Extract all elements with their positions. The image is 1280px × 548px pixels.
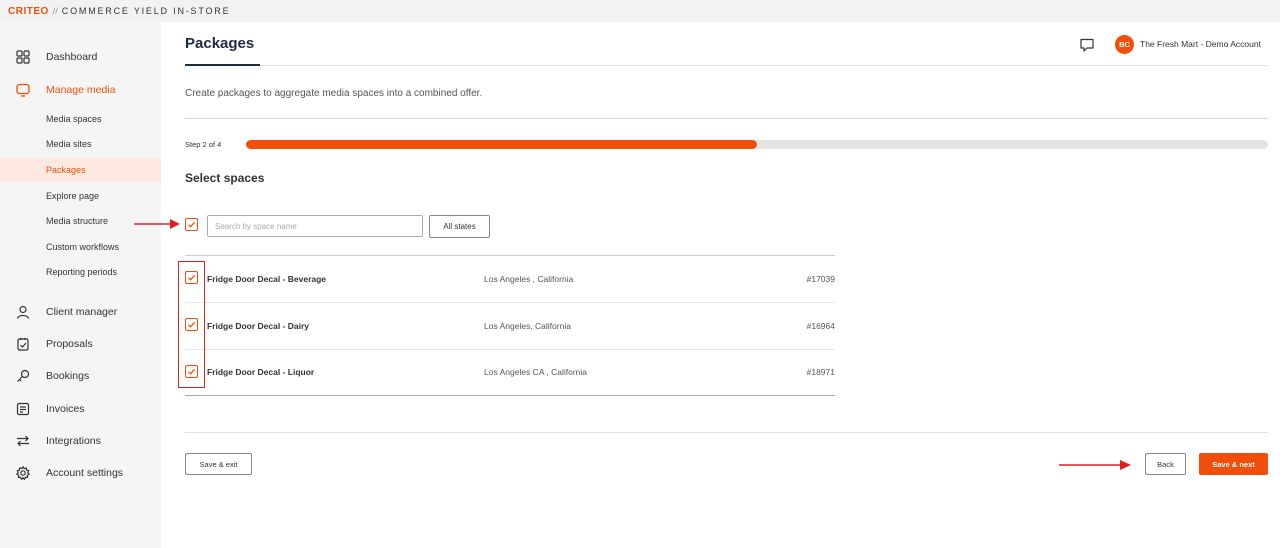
table-row[interactable]: Fridge Door Decal - Beverage Los Angeles… xyxy=(185,255,835,302)
space-name: Fridge Door Decal - Liquor xyxy=(207,367,315,377)
table-bottom-border xyxy=(185,395,835,396)
sidebar-subitem-label: Media spaces xyxy=(46,114,102,124)
account-name[interactable]: The Fresh Mart - Demo Account xyxy=(1140,39,1261,49)
space-location: Los Angeles , California xyxy=(484,274,574,284)
sidebar-item-client-manager[interactable]: Client manager xyxy=(0,299,161,325)
sidebar-subitem-reporting-periods[interactable]: Reporting periods xyxy=(0,260,161,284)
avatar[interactable]: BC xyxy=(1115,35,1134,54)
person-icon xyxy=(15,304,31,320)
top-bar: CRITEO // COMMERCE YIELD IN-STORE xyxy=(0,0,1280,22)
sidebar-item-label: Proposals xyxy=(46,338,93,350)
sidebar-subitem-label: Reporting periods xyxy=(46,267,118,277)
sidebar-subitem-label: Media structure xyxy=(46,216,109,226)
sidebar-subitem-label: Packages xyxy=(46,165,86,175)
main-content: Packages BC The Fresh Mart - Demo Accoun… xyxy=(134,22,1280,548)
page-title: Packages xyxy=(185,35,255,52)
progress-bar xyxy=(246,140,1268,149)
footer-divider xyxy=(185,432,1268,433)
sidebar-item-account-settings[interactable]: Account settings xyxy=(0,460,161,486)
page-description: Create packages to aggregate media space… xyxy=(185,88,483,99)
sidebar-item-label: Bookings xyxy=(46,370,90,382)
save-exit-button[interactable]: Save & exit xyxy=(185,453,252,475)
sidebar-item-label: Manage media xyxy=(46,84,116,96)
sidebar-item-proposals[interactable]: Proposals xyxy=(0,331,161,357)
description-divider xyxy=(185,118,1268,119)
sidebar-item-manage-media[interactable]: Manage media xyxy=(0,77,161,103)
table-row[interactable]: Fridge Door Decal - Dairy Los Angeles, C… xyxy=(185,302,835,349)
annotation-arrow-icon xyxy=(1059,460,1131,470)
sidebar-item-label: Integrations xyxy=(46,435,101,447)
sidebar: Dashboard Manage media Media spaces Medi… xyxy=(0,22,161,548)
gear-icon xyxy=(15,465,31,481)
chat-icon[interactable] xyxy=(1079,37,1095,53)
progress-fill xyxy=(246,140,757,149)
sidebar-item-label: Account settings xyxy=(46,467,124,479)
sidebar-subitem-label: Explore page xyxy=(46,191,100,201)
sidebar-subitem-label: Custom workflows xyxy=(46,242,120,252)
product-name: COMMERCE YIELD IN-STORE xyxy=(61,6,231,16)
space-location: Los Angeles CA , California xyxy=(484,367,588,377)
space-id: #16964 xyxy=(806,321,835,331)
sidebar-subitem-label: Media sites xyxy=(46,139,92,149)
search-input[interactable] xyxy=(207,215,423,237)
check-icon xyxy=(188,221,195,228)
sidebar-item-label: Client manager xyxy=(46,306,118,318)
space-name: Fridge Door Decal - Dairy xyxy=(207,321,310,331)
section-title: Select spaces xyxy=(185,171,265,185)
space-id: #18971 xyxy=(806,367,835,377)
sidebar-item-integrations[interactable]: Integrations xyxy=(0,428,161,454)
sidebar-item-dashboard[interactable]: Dashboard xyxy=(0,44,161,70)
logo-separator: // xyxy=(52,6,58,16)
annotation-box xyxy=(178,261,205,388)
key-icon xyxy=(15,368,31,384)
sidebar-subitem-media-spaces[interactable]: Media spaces xyxy=(0,107,161,131)
save-next-button[interactable]: Save & next xyxy=(1199,453,1268,475)
sidebar-subitem-packages[interactable]: Packages xyxy=(0,158,161,182)
space-id: #17039 xyxy=(806,274,835,284)
sidebar-item-label: Invoices xyxy=(46,403,85,415)
sidebar-item-label: Dashboard xyxy=(46,51,98,63)
step-label: Step 2 of 4 xyxy=(185,140,222,149)
sidebar-subitem-explore-page[interactable]: Explore page xyxy=(0,184,161,208)
sidebar-subitem-media-sites[interactable]: Media sites xyxy=(0,132,161,156)
space-name: Fridge Door Decal - Beverage xyxy=(207,274,327,284)
proposal-icon xyxy=(15,336,31,352)
header-divider xyxy=(185,65,1268,66)
space-location: Los Angeles, California xyxy=(484,321,571,331)
sidebar-item-bookings[interactable]: Bookings xyxy=(0,363,161,389)
criteo-logo[interactable]: CRITEO xyxy=(8,6,49,17)
arrows-icon xyxy=(15,433,31,449)
back-button[interactable]: Back xyxy=(1145,453,1186,475)
table-row[interactable]: Fridge Door Decal - Liquor Los Angeles C… xyxy=(185,349,835,396)
sidebar-item-invoices[interactable]: Invoices xyxy=(0,396,161,422)
annotation-arrow-icon xyxy=(134,219,180,229)
grid-icon xyxy=(15,49,31,65)
title-underline xyxy=(185,64,260,66)
all-states-dropdown[interactable]: All states xyxy=(429,215,490,238)
invoice-icon xyxy=(15,401,31,417)
monitor-icon xyxy=(15,82,31,98)
select-all-checkbox[interactable] xyxy=(185,218,198,231)
sidebar-subitem-custom-workflows[interactable]: Custom workflows xyxy=(0,235,161,259)
